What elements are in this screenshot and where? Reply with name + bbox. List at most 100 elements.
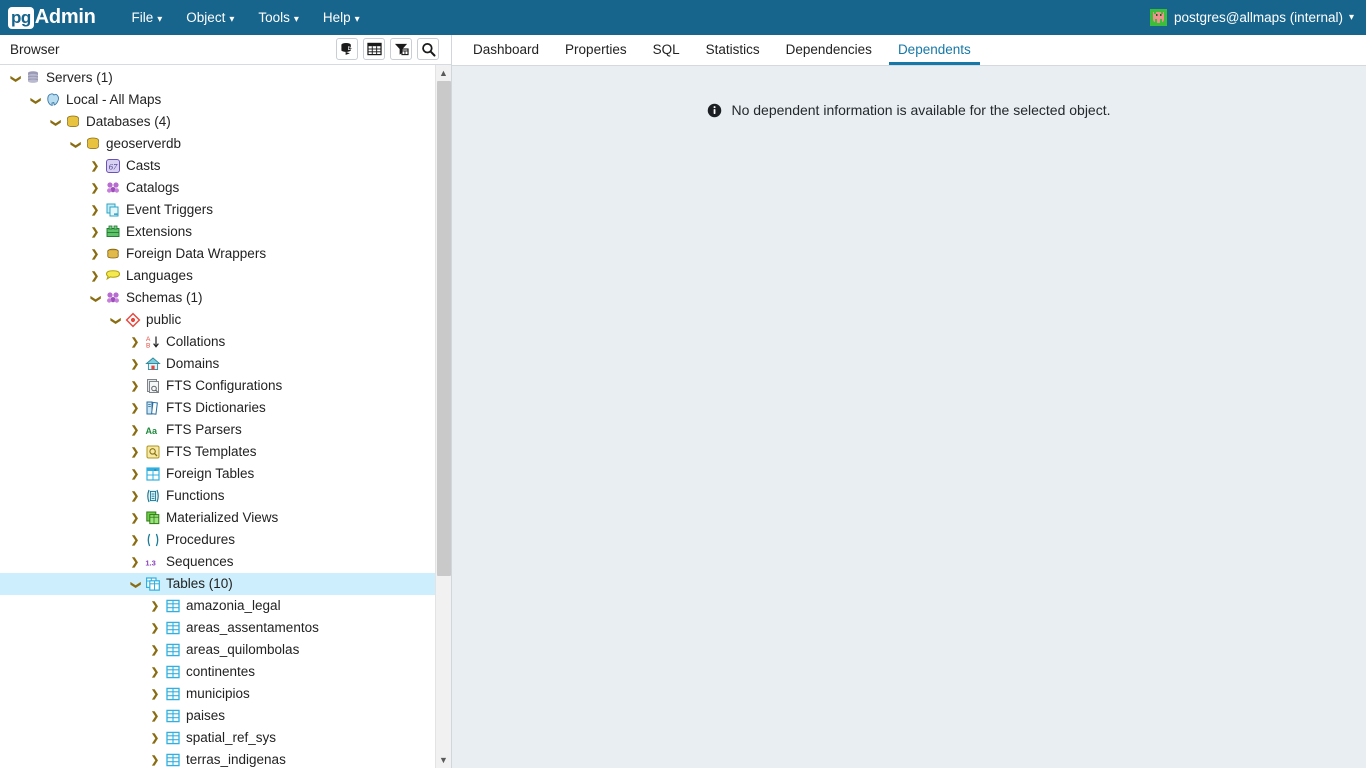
tab-sql[interactable]: SQL — [640, 42, 693, 65]
tree-node-fts-parsers[interactable]: Aa FTS Parsers — [0, 419, 451, 441]
chevron-right-icon[interactable] — [128, 469, 142, 480]
tree-node-tables-10[interactable]: Tables (10) — [0, 573, 451, 595]
tree-node-label: Local - All Maps — [66, 92, 162, 107]
chevron-right-icon[interactable] — [148, 711, 162, 722]
tree-node-collations[interactable]: AB Collations — [0, 331, 451, 353]
tab-statistics[interactable]: Statistics — [693, 42, 773, 65]
chevron-down-icon: ▾ — [157, 14, 163, 25]
chevron-right-icon[interactable] — [128, 359, 142, 370]
tree-node-label: FTS Dictionaries — [166, 400, 266, 415]
tree-node-materialized-views[interactable]: Materialized Views — [0, 507, 451, 529]
tree-node-paises[interactable]: paises — [0, 705, 451, 727]
chevron-right-icon[interactable] — [148, 623, 162, 634]
scroll-up-arrow-icon[interactable]: ▲ — [436, 65, 451, 81]
chevron-right-icon[interactable] — [128, 381, 142, 392]
chevron-down-icon[interactable] — [8, 73, 22, 84]
chevron-right-icon[interactable] — [88, 205, 102, 216]
tree-node-foreign-data-wrappers[interactable]: Foreign Data Wrappers — [0, 243, 451, 265]
chevron-down-icon[interactable] — [68, 139, 82, 150]
chevron-right-icon[interactable] — [148, 601, 162, 612]
tree-node-local-all-maps[interactable]: Local - All Maps — [0, 89, 451, 111]
view-data-button[interactable] — [363, 38, 385, 60]
tree-node-casts[interactable]: 67 Casts — [0, 155, 451, 177]
tree-node-municipios[interactable]: municipios — [0, 683, 451, 705]
catalog-icon — [104, 180, 121, 196]
sequence-icon: 1.3 — [144, 554, 161, 570]
tab-dependencies[interactable]: Dependencies — [773, 42, 885, 65]
chevron-down-icon[interactable] — [88, 293, 102, 304]
chevron-right-icon[interactable] — [88, 183, 102, 194]
tree-node-areas-quilombolas[interactable]: areas_quilombolas — [0, 639, 451, 661]
tree-node-amazonia-legal[interactable]: amazonia_legal — [0, 595, 451, 617]
tree-node-label: areas_quilombolas — [186, 642, 300, 657]
tree-node-catalogs[interactable]: Catalogs — [0, 177, 451, 199]
tree-node-geoserverdb[interactable]: geoserverdb — [0, 133, 451, 155]
chevron-right-icon[interactable] — [128, 491, 142, 502]
chevron-down-icon[interactable] — [108, 315, 122, 326]
filter-button[interactable] — [390, 38, 412, 60]
chevron-right-icon[interactable] — [148, 689, 162, 700]
browser-header: Browser — [0, 35, 451, 65]
tree-node-label: Domains — [166, 356, 220, 371]
tree-node-servers-1[interactable]: Servers (1) — [0, 67, 451, 89]
chevron-right-icon[interactable] — [88, 227, 102, 238]
tree-node-label: Collations — [166, 334, 226, 349]
menu-file[interactable]: File ▾ — [122, 5, 173, 30]
menu-object[interactable]: Object ▾ — [176, 5, 244, 30]
tree-node-label: Event Triggers — [126, 202, 214, 217]
chevron-right-icon[interactable] — [128, 513, 142, 524]
tree-node-label: Servers (1) — [46, 70, 113, 85]
tree-node-continentes[interactable]: continentes — [0, 661, 451, 683]
tree-node-languages[interactable]: Languages — [0, 265, 451, 287]
chevron-right-icon[interactable] — [88, 249, 102, 260]
tree-node-fts-templates[interactable]: FTS Templates — [0, 441, 451, 463]
chevron-right-icon[interactable] — [148, 755, 162, 766]
search-objects-button[interactable] — [417, 38, 439, 60]
chevron-right-icon[interactable] — [128, 337, 142, 348]
tree-node-databases-4[interactable]: Databases (4) — [0, 111, 451, 133]
chevron-right-icon[interactable] — [88, 271, 102, 282]
svg-text:B: B — [146, 343, 150, 350]
chevron-down-icon[interactable] — [48, 117, 62, 128]
query-tool-button[interactable] — [336, 38, 358, 60]
tree-node-fts-dictionaries[interactable]: FTS Dictionaries — [0, 397, 451, 419]
chevron-down-icon[interactable] — [28, 95, 42, 106]
menu-tools[interactable]: Tools ▾ — [248, 5, 309, 30]
scroll-down-arrow-icon[interactable]: ▼ — [436, 752, 451, 768]
chevron-right-icon[interactable] — [128, 447, 142, 458]
tree-scrollbar[interactable]: ▲ ▼ — [435, 65, 451, 768]
chevron-right-icon[interactable] — [148, 645, 162, 656]
tree-node-procedures[interactable]: Procedures — [0, 529, 451, 551]
chevron-right-icon[interactable] — [128, 535, 142, 546]
chevron-right-icon[interactable] — [128, 425, 142, 436]
tree-node-spatial-ref-sys[interactable]: spatial_ref_sys — [0, 727, 451, 749]
tree-node-label: FTS Configurations — [166, 378, 283, 393]
tree-node-label: amazonia_legal — [186, 598, 281, 613]
scrollbar-thumb[interactable] — [437, 81, 451, 576]
tree-node-public[interactable]: public — [0, 309, 451, 331]
tree-node-sequences[interactable]: 1.3 Sequences — [0, 551, 451, 573]
tree-node-event-triggers[interactable]: Event Triggers — [0, 199, 451, 221]
tree-node-fts-configurations[interactable]: FTS Configurations — [0, 375, 451, 397]
user-menu[interactable]: postgres@allmaps (internal) ▾ — [1149, 0, 1354, 35]
tree-node-schemas-1[interactable]: Schemas (1) — [0, 287, 451, 309]
tree-node-functions[interactable]: Functions — [0, 485, 451, 507]
tree-node-areas-assentamentos[interactable]: areas_assentamentos — [0, 617, 451, 639]
tree-node-terras-indigenas[interactable]: terras_indigenas — [0, 749, 451, 768]
chevron-down-icon[interactable] — [128, 579, 142, 590]
tree-node-extensions[interactable]: Extensions — [0, 221, 451, 243]
chevron-right-icon[interactable] — [128, 403, 142, 414]
chevron-right-icon[interactable] — [88, 161, 102, 172]
menu-help[interactable]: Help ▾ — [313, 5, 370, 30]
tab-properties[interactable]: Properties — [552, 42, 640, 65]
chevron-right-icon[interactable] — [148, 733, 162, 744]
chevron-right-icon[interactable] — [128, 557, 142, 568]
empty-state-message: No dependent information is available fo… — [452, 102, 1366, 118]
procedure-icon — [144, 532, 161, 548]
tree-node-domains[interactable]: Domains — [0, 353, 451, 375]
tree-node-foreign-tables[interactable]: Foreign Tables — [0, 463, 451, 485]
chevron-right-icon[interactable] — [148, 667, 162, 678]
tab-dependents[interactable]: Dependents — [885, 42, 984, 65]
tab-dashboard[interactable]: Dashboard — [460, 42, 552, 65]
search-icon — [421, 42, 436, 57]
